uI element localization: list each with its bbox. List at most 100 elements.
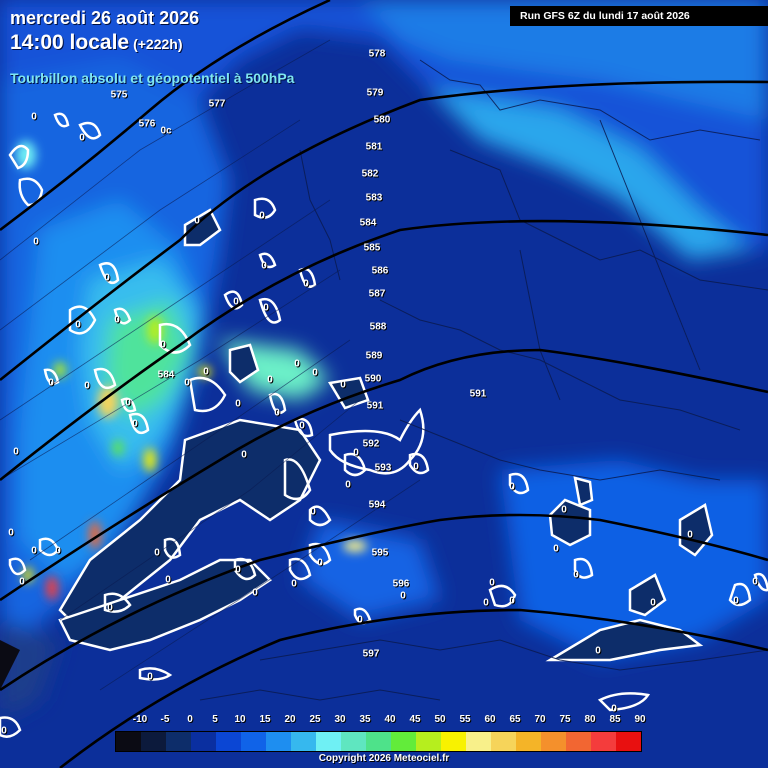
legend-tick-label: 25 [309,714,321,725]
legend-swatch [366,732,391,751]
zero-contour-label: 0 [31,545,37,557]
legend-swatch [141,732,166,751]
zero-contour-label: 0 [509,595,515,607]
legend-swatch [116,732,141,751]
geopotential-label: 578 [368,48,386,60]
geopotential-label: 584 [359,217,377,229]
zero-contour-label: 0c [160,125,172,137]
zero-contour-label: 0 [160,339,166,351]
legend-swatch [241,732,266,751]
legend-tick-label: 0 [187,714,193,725]
legend-swatch [466,732,491,751]
zero-contour-label: 0 [317,557,323,569]
geopotential-label: 579 [366,87,384,99]
zero-contour-label: 0 [31,111,37,123]
zero-contour-label: 0 [13,446,19,458]
geopotential-label: 590 [364,373,382,385]
legend-swatch [416,732,441,751]
zero-contour-label: 0 [340,379,346,391]
legend-ticks: -10 -5 0 5 10 15 20 25 30 35 40 45 50 55 60 65 70 75 80 85 9… [0,714,768,728]
legend-swatch [166,732,191,751]
legend-swatch [216,732,241,751]
zero-contour-label: 0 [79,132,85,144]
zero-contour-label: 0 [413,461,419,473]
zero-contour-label: 0 [184,377,190,389]
forecast-offset: (+222h) [133,36,183,52]
geopotential-label: 581 [365,141,383,153]
zero-contour-label: 0 [687,529,693,541]
zero-contour-label: 0 [733,595,739,607]
legend-tick-label: 50 [434,714,446,725]
geopotential-label: 582 [361,168,379,180]
zero-contour-label: 0 [125,397,131,409]
geopotential-label: 593 [374,462,392,474]
zero-contour-label: 0 [147,671,153,683]
zero-contour-label: 0 [8,527,14,539]
geopotential-label: 591 [366,400,384,412]
zero-contour-label: 0 [400,590,406,602]
legend-tick-label: 65 [509,714,521,725]
geopotential-label: 584 [157,369,175,381]
forecast-time-label: 14:00 locale [10,31,130,54]
zero-contour-label: 0 [267,374,273,386]
zero-contour-label: 0 [509,481,515,493]
legend-tick-label: 80 [584,714,596,725]
zero-contour-label: 0 [294,358,300,370]
zero-contour-label: 0 [261,260,267,272]
zero-contour-label: 0 [252,587,258,599]
legend-swatch [566,732,591,751]
zero-contour-label: 0 [259,210,265,222]
forecast-date: mercredi 26 août 2026 [10,8,200,28]
legend-tick-label: -5 [160,714,170,725]
geopotential-label: 585 [363,242,381,254]
legend-tick-label: 5 [212,714,218,725]
legend-tick-label: 85 [609,714,621,725]
geopotential-label: 594 [368,499,386,511]
geopotential-label: 580 [373,114,391,126]
zero-contour-label: 0 [650,597,656,609]
zero-contour-label: 0 [114,314,120,326]
geopotential-label: 589 [365,350,383,362]
zero-contour-label: 0 [75,319,81,331]
zero-contour-label: 0 [291,578,297,590]
zero-contour-label: 0 [241,449,247,461]
legend-tick-label: 55 [459,714,471,725]
legend-tick-label: 30 [334,714,346,725]
legend-tick-label: 35 [359,714,371,725]
forecast-time: 14:00 locale (+222h) [10,31,183,55]
geopotential-label: 596 [392,578,410,590]
legend-swatch [341,732,366,751]
legend-swatch [516,732,541,751]
legend-tick-label: 60 [484,714,496,725]
zero-contour-label: 0 [353,447,359,459]
zero-contour-label: 0 [553,543,559,555]
zero-contour-label: 0 [752,576,758,588]
zero-contour-label: 0 [84,380,90,392]
zero-contour-label: 0 [235,564,241,576]
geopotential-label: 597 [362,648,380,660]
zero-contour-label: 0 [483,597,489,609]
zero-contour-label: 0 [357,614,363,626]
geopotential-label: 577 [208,98,226,110]
map-subtitle: Tourbillon absolu et géopotentiel à 500h… [10,70,295,86]
legend-tick-label: 75 [559,714,571,725]
geopotential-label: 587 [368,288,386,300]
geopotential-label: 586 [371,265,389,277]
zero-contour-label: 0 [107,602,113,614]
geopotential-label: 595 [371,547,389,559]
zero-contour-label: 0 [561,504,567,516]
geopotential-label: 592 [362,438,380,450]
zero-contour-label: 0 [274,407,280,419]
legend-swatch [391,732,416,751]
legend-tick-label: 90 [634,714,646,725]
model-run-info: Run GFS 6Z du lundi 17 août 2026 [510,6,768,26]
legend-tick-label: 40 [384,714,396,725]
zero-contour-label: 0 [55,545,61,557]
legend-swatch [441,732,466,751]
zero-contour-label: 0 [33,236,39,248]
zero-contour-label: 0 [310,506,316,518]
legend-tick-label: 15 [259,714,271,725]
zero-contour-label: 0 [345,479,351,491]
geopotential-label: 591 [469,388,487,400]
legend-colorbar [115,731,642,752]
